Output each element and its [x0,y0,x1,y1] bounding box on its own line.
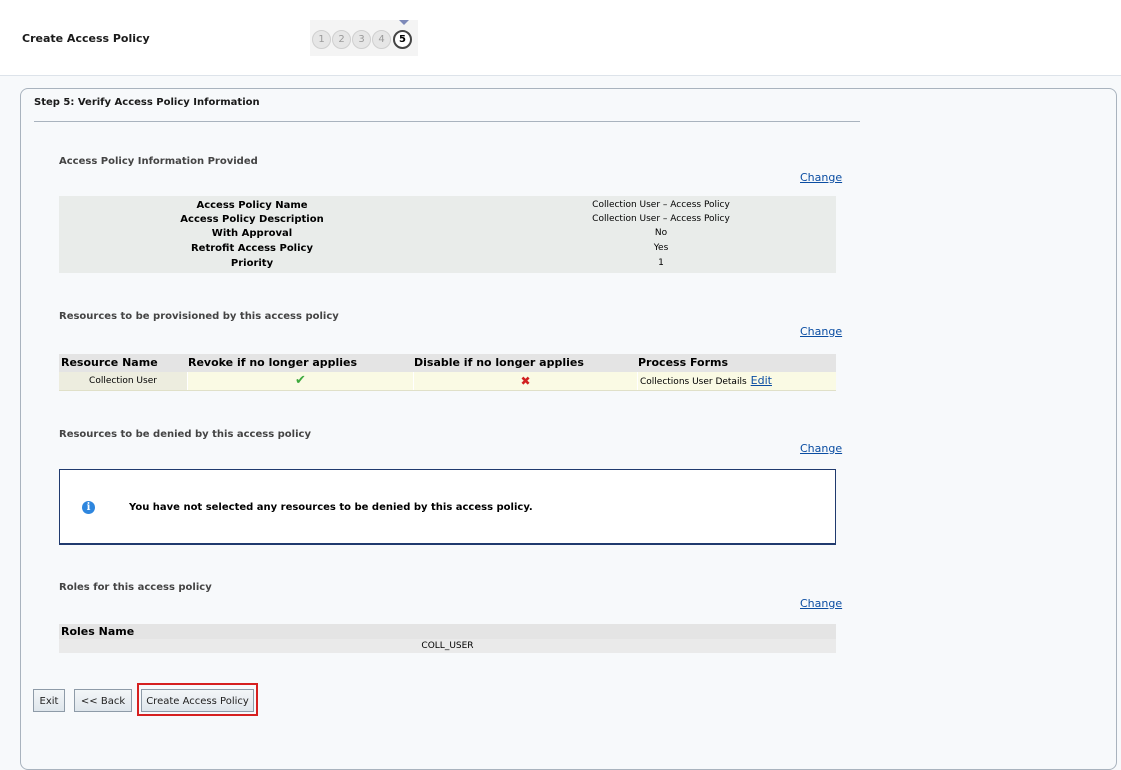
cross-icon: ✖ [520,374,531,388]
column-header-roles-name: Roles Name [61,625,135,638]
resource-name-cell: Collection User [59,372,187,390]
cell-divider [637,372,638,390]
policy-info-title: Access Policy Information Provided [59,156,258,167]
column-header-revoke: Revoke if no longer applies [188,356,358,369]
column-header-process-forms: Process Forms [638,356,729,369]
info-icon: i [82,501,95,514]
revoke-cell: ✔ [188,372,413,390]
change-resources-link[interactable]: Change [800,325,842,338]
train-step-5[interactable]: 5 [393,30,412,49]
train-step-2[interactable]: 2 [332,30,351,49]
table-row: Collection User ✔ ✖ Collections User Det… [59,372,836,391]
back-button[interactable]: << Back [74,689,132,712]
heading-divider [34,121,860,122]
info-value: Yes [653,243,669,253]
edit-process-form-link[interactable]: Edit [751,374,772,387]
change-roles-link[interactable]: Change [800,597,842,610]
info-value: Collection User – Access Policy [592,200,730,210]
resources-table-header: Resource Name Revoke if no longer applie… [59,354,836,372]
denied-message: You have not selected any resources to b… [129,502,533,513]
info-label: With Approval [211,228,293,239]
train-step-3[interactable]: 3 [352,30,371,49]
roles-title: Roles for this access policy [59,582,212,593]
info-label: Retrofit Access Policy [190,243,313,254]
policy-info-row: Access Policy Description Collection Use… [59,214,836,228]
info-label: Priority [230,258,274,269]
train-step-1[interactable]: 1 [312,30,331,49]
info-value: 1 [658,258,664,268]
check-icon: ✔ [295,373,306,388]
page-title: Create Access Policy [22,32,150,45]
exit-button[interactable]: Exit [33,689,65,712]
info-label: Access Policy Description [180,214,324,225]
policy-info-row: Priority 1 [59,258,836,272]
denied-message-box: i You have not selected any resources to… [59,469,836,545]
policy-info-row: With Approval No [59,228,836,242]
current-step-marker-icon [399,20,409,25]
step-heading: Step 5: Verify Access Policy Information [34,97,260,108]
roles-table-header: Roles Name [59,624,836,639]
denied-title: Resources to be denied by this access po… [59,429,311,440]
process-form-name: Collections User Details [640,377,747,387]
change-denied-link[interactable]: Change [800,442,842,455]
table-row: COLL_USER [59,639,836,653]
column-header-resource-name: Resource Name [61,356,158,369]
resources-title: Resources to be provisioned by this acce… [59,311,339,322]
change-policy-info-link[interactable]: Change [800,171,842,184]
create-access-policy-button[interactable]: Create Access Policy [141,689,254,712]
info-value: No [654,228,668,238]
policy-info-row: Access Policy Name Collection User – Acc… [59,200,836,214]
disable-cell: ✖ [414,372,637,390]
info-label: Access Policy Name [196,200,308,211]
info-value: Collection User – Access Policy [592,214,730,224]
step-train: 1 2 3 4 5 [310,20,418,56]
column-header-disable: Disable if no longer applies [414,356,584,369]
process-form-cell: Collections User Details Edit [640,372,836,390]
policy-info-table: Access Policy Name Collection User – Acc… [59,196,836,273]
policy-info-row: Retrofit Access Policy Yes [59,243,836,257]
train-step-4[interactable]: 4 [372,30,391,49]
header-bar: Create Access Policy 1 2 3 4 5 [0,0,1121,76]
